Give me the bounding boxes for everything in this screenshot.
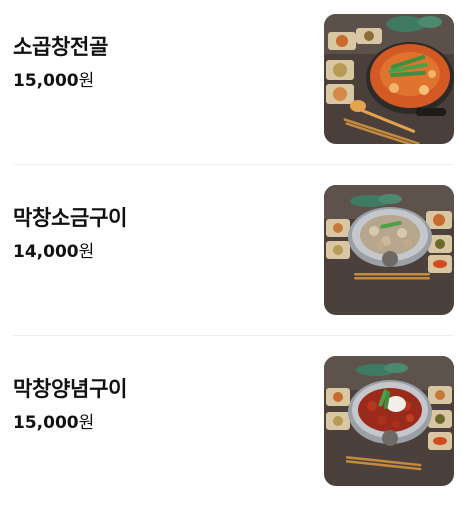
menu-item-photo[interactable] — [324, 14, 454, 144]
menu-item-price: 15,000원 — [13, 412, 94, 434]
menu-item-name: 막창소금구이 — [13, 206, 128, 230]
menu-item-name: 소곱창전골 — [13, 35, 109, 59]
divider — [13, 164, 454, 165]
menu-list: 소곱창전골 15,000원 막창소금구이 14,000원 막창양념구이 15,0… — [0, 0, 462, 501]
price-currency: 원 — [78, 71, 95, 91]
makchang-salt-grill-photo — [324, 185, 454, 315]
menu-item[interactable]: 막창소금구이 14,000원 — [0, 171, 462, 342]
price-amount: 15,000 — [13, 71, 79, 91]
divider — [13, 335, 454, 336]
menu-item-photo[interactable] — [324, 185, 454, 315]
price-amount: 15,000 — [13, 413, 79, 433]
gopchang-jeongol-photo — [324, 14, 454, 144]
menu-item-name: 막창양념구이 — [13, 377, 128, 401]
menu-item[interactable]: 소곱창전골 15,000원 — [0, 0, 462, 171]
menu-item-price: 15,000원 — [13, 70, 94, 92]
price-amount: 14,000 — [13, 242, 79, 262]
menu-item-price: 14,000원 — [13, 241, 94, 263]
menu-item[interactable]: 막창양념구이 15,000원 — [0, 342, 462, 513]
price-currency: 원 — [78, 413, 95, 433]
makchang-seasoned-grill-photo — [324, 356, 454, 486]
price-currency: 원 — [78, 242, 95, 262]
menu-item-photo[interactable] — [324, 356, 454, 486]
